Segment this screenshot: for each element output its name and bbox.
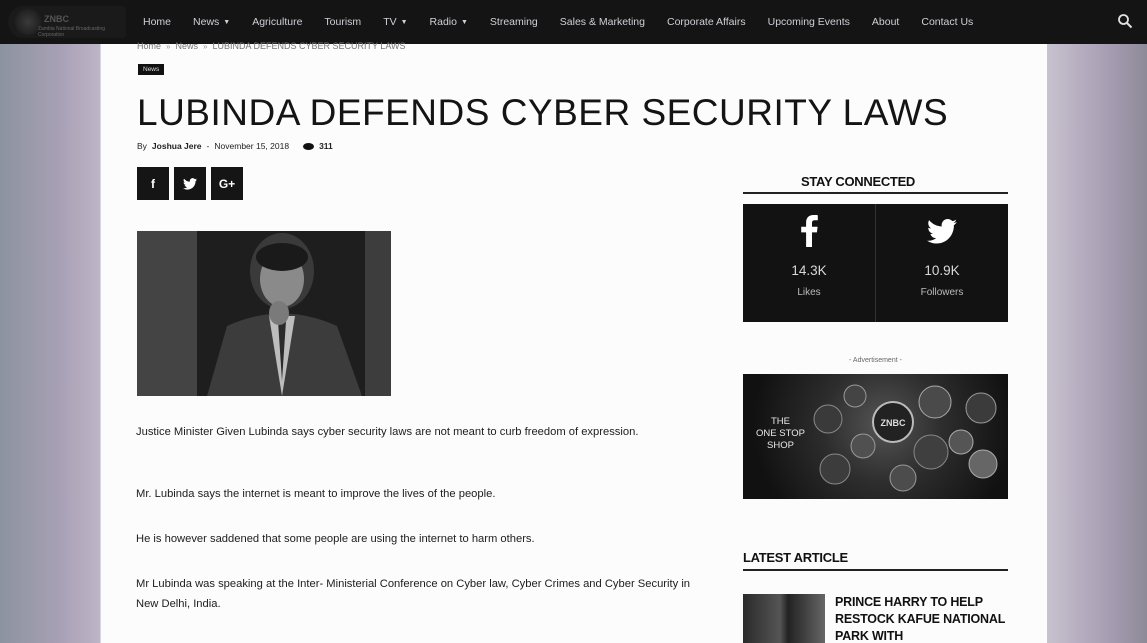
article-paragraph: Justice Minister Given Lubinda says cybe… bbox=[136, 426, 639, 438]
googleplus-share-button[interactable]: G+ bbox=[211, 167, 243, 200]
chevron-down-icon: ▼ bbox=[400, 18, 408, 26]
nav-item-upcoming-events[interactable]: Upcoming Events bbox=[757, 16, 861, 28]
nav-label: Home bbox=[143, 16, 172, 28]
twitter-icon bbox=[927, 214, 957, 248]
twitter-share-button[interactable] bbox=[174, 167, 206, 200]
nav-item-streaming[interactable]: Streaming bbox=[479, 16, 549, 28]
nav-item-radio[interactable]: Radio ▼ bbox=[419, 16, 479, 28]
nav-label: TV bbox=[383, 16, 397, 28]
nav-item-tourism[interactable]: Tourism bbox=[313, 16, 372, 28]
latest-article-thumbnail[interactable] bbox=[743, 594, 825, 643]
breadcrumb-home[interactable]: Home bbox=[137, 41, 161, 51]
site-logo[interactable]: ZNBC Zambia National Broadcasting Corpor… bbox=[8, 6, 126, 38]
article-paragraph: Mr Lubinda was speaking at the Inter- Mi… bbox=[136, 578, 691, 610]
nav-item-news[interactable]: News ▼ bbox=[182, 16, 241, 28]
nav-label: Upcoming Events bbox=[767, 16, 850, 28]
nav-menu: Home News ▼ Agriculture Tourism TV ▼ Radio… bbox=[132, 16, 984, 28]
nav-item-tv[interactable]: TV ▼ bbox=[372, 16, 418, 28]
publish-date: November 15, 2018 bbox=[214, 141, 290, 151]
top-navigation-bar: ZNBC Zambia National Broadcasting Corpor… bbox=[0, 0, 1147, 44]
twitter-count: 10.9K bbox=[924, 263, 960, 278]
search-icon[interactable] bbox=[1117, 13, 1133, 29]
facebook-share-button[interactable]: f bbox=[137, 167, 169, 200]
background-right bbox=[1047, 0, 1147, 643]
facebook-unit: Likes bbox=[797, 287, 821, 298]
latest-article-title[interactable]: PRINCE HARRY TO HELP RESTOCK KAFUE NATIO… bbox=[835, 594, 1005, 643]
chevron-down-icon: ▼ bbox=[223, 18, 231, 26]
twitter-unit: Followers bbox=[920, 287, 964, 298]
advertisement-label: - Advertisement - bbox=[849, 357, 902, 364]
ad-brand-text: ZNBC bbox=[881, 418, 906, 428]
breadcrumb-separator: » bbox=[166, 41, 171, 51]
minister-photo bbox=[137, 231, 391, 396]
ad-slogan: THE ONE STOP SHOP bbox=[753, 416, 808, 452]
nav-item-corporate-affairs[interactable]: Corporate Affairs bbox=[656, 16, 757, 28]
background-left bbox=[0, 0, 100, 643]
share-buttons: f G+ bbox=[137, 167, 243, 200]
logo-tagline: Zambia National Broadcasting Corporation bbox=[38, 26, 105, 38]
social-counters: 14.3K Likes 10.9K Followers bbox=[743, 204, 1008, 322]
heading-rule bbox=[743, 192, 1008, 194]
nav-label: Agriculture bbox=[252, 16, 303, 28]
meta-dash: - bbox=[206, 141, 210, 151]
twitter-icon bbox=[183, 177, 197, 190]
googleplus-icon: G+ bbox=[218, 176, 236, 191]
nav-label: Sales & Marketing bbox=[559, 16, 645, 28]
nav-item-agriculture[interactable]: Agriculture bbox=[241, 16, 313, 28]
nav-label: Streaming bbox=[489, 16, 538, 28]
latest-article-heading: LATEST ARTICLE bbox=[743, 550, 848, 565]
nav-item-about[interactable]: About bbox=[861, 16, 910, 28]
facebook-count: 14.3K bbox=[791, 263, 827, 278]
facebook-icon: f bbox=[151, 176, 155, 191]
chevron-down-icon: ▼ bbox=[460, 18, 468, 26]
eye-icon bbox=[303, 142, 315, 150]
ad-line: ONE STOP bbox=[756, 428, 805, 439]
nav-item-home[interactable]: Home bbox=[132, 16, 182, 28]
twitter-counter[interactable]: 10.9K Followers bbox=[875, 204, 1008, 322]
article-title: LUBINDA DEFENDS CYBER SECURITY LAWS bbox=[137, 92, 949, 133]
breadcrumb-separator: » bbox=[202, 41, 208, 51]
breadcrumb-news[interactable]: News bbox=[175, 41, 198, 51]
ad-line: SHOP bbox=[767, 440, 794, 451]
article-hero-image bbox=[137, 231, 391, 396]
nav-label: Radio bbox=[429, 16, 457, 28]
nav-label: Tourism bbox=[324, 16, 362, 28]
article-paragraph: He is however saddened that some people … bbox=[136, 533, 535, 545]
heading-rule bbox=[743, 569, 1008, 571]
nav-label: News bbox=[193, 16, 220, 28]
logo-text: ZNBC bbox=[44, 14, 69, 24]
breadcrumb: Home » News » LUBINDA DEFENDS CYBER SECU… bbox=[137, 41, 405, 51]
nav-item-sales-marketing[interactable]: Sales & Marketing bbox=[549, 16, 656, 28]
article-meta: By Joshua Jere - November 15, 2018 311 bbox=[137, 141, 333, 151]
facebook-icon bbox=[800, 214, 818, 248]
by-label: By bbox=[137, 141, 147, 151]
nav-label: About bbox=[871, 16, 900, 28]
facebook-counter[interactable]: 14.3K Likes bbox=[743, 204, 875, 322]
view-count: 311 bbox=[319, 141, 333, 151]
nav-label: Corporate Affairs bbox=[667, 16, 746, 28]
ad-line: THE bbox=[771, 416, 790, 427]
content-panel: Home » News » LUBINDA DEFENDS CYBER SECU… bbox=[101, 41, 1047, 643]
breadcrumb-current: LUBINDA DEFENDS CYBER SECURITY LAWS bbox=[212, 41, 406, 51]
author-link[interactable]: Joshua Jere bbox=[152, 141, 202, 151]
advertisement-banner[interactable]: ZNBC THE ONE STOP SHOP bbox=[743, 374, 1008, 499]
nav-item-contact-us[interactable]: Contact Us bbox=[910, 16, 984, 28]
stay-connected-heading: STAY CONNECTED bbox=[801, 174, 916, 189]
category-badge[interactable]: News bbox=[138, 64, 165, 75]
nav-label: Contact Us bbox=[921, 16, 974, 28]
article-paragraph: Mr. Lubinda says the internet is meant t… bbox=[136, 488, 496, 500]
